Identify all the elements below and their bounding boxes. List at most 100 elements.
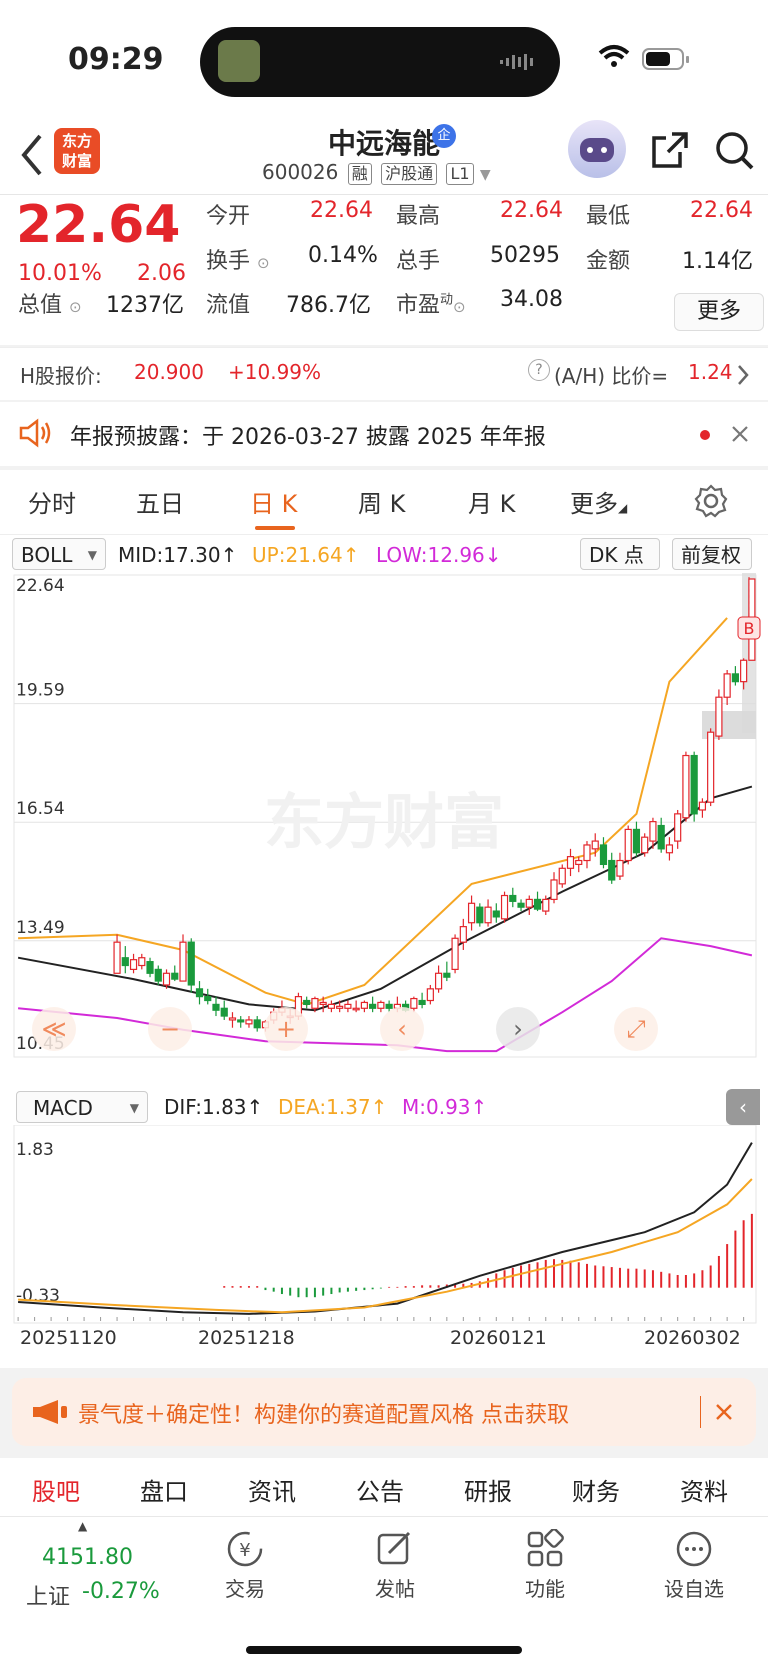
tab-intraday[interactable]: 分时 bbox=[28, 484, 76, 519]
more-fields-button[interactable]: 更多 bbox=[674, 293, 764, 331]
tab-profile[interactable]: 资料 bbox=[680, 1472, 728, 1507]
unread-dot bbox=[700, 430, 710, 440]
candle-body bbox=[616, 859, 624, 877]
index-pct: -0.27% bbox=[82, 1579, 160, 1604]
field-label-open: 今开 bbox=[206, 204, 251, 229]
candle-body bbox=[204, 996, 212, 1002]
caret-icon: ◢ bbox=[618, 501, 628, 515]
boll-up-value: UP:21.64↑ bbox=[252, 543, 360, 567]
hk-quote-row[interactable]: H股报价: 20.900 +10.99% ? (A/H) 比价= 1.24 bbox=[0, 347, 768, 400]
collapse-toggle[interactable]: ‹ bbox=[726, 1089, 760, 1125]
search-icon[interactable] bbox=[714, 130, 756, 172]
macd-chart[interactable]: 1.83-0.33 bbox=[0, 1125, 768, 1325]
notice-bar[interactable]: 年报预披露：于 2026-03-27 披露 2025 年年报 bbox=[0, 402, 768, 466]
boll-low-value: LOW:12.96↓ bbox=[376, 543, 502, 567]
last-price: 22.64 bbox=[16, 195, 181, 255]
candle-body bbox=[369, 1003, 377, 1009]
tab-forum[interactable]: 股吧 bbox=[32, 1472, 80, 1507]
minus-control[interactable]: − bbox=[148, 1007, 192, 1051]
nav-add-watchlist[interactable]: 设自选 bbox=[656, 1529, 732, 1602]
tab-announcements[interactable]: 公告 bbox=[356, 1472, 404, 1507]
y-axis-label: 13.49 bbox=[16, 918, 65, 938]
index-value[interactable]: 4151.80 bbox=[42, 1545, 133, 1570]
candle-body bbox=[311, 997, 319, 1009]
date-label-2: 20251218 bbox=[198, 1327, 295, 1349]
field-value-volume: 50295 bbox=[490, 243, 560, 268]
field-label-mktcap[interactable]: 总值 ⊙ bbox=[18, 287, 82, 319]
stock-code-row[interactable]: 600026 融 沪股通 L1 ▼ bbox=[262, 160, 491, 185]
plus-control[interactable]: + bbox=[264, 1007, 308, 1051]
candle-body bbox=[360, 1001, 368, 1009]
kline-chart[interactable]: 22.6419.5916.5413.4910.45东方财富B≪−+‹›⤢ bbox=[0, 573, 768, 1123]
tab-monthly-k[interactable]: 月 K bbox=[468, 484, 515, 519]
candle-body bbox=[500, 894, 509, 920]
notice-text: 年报预披露：于 2026-03-27 披露 2025 年年报 bbox=[70, 425, 546, 450]
close-icon[interactable] bbox=[730, 424, 750, 444]
share-icon[interactable] bbox=[650, 130, 690, 170]
field-label-pe[interactable]: 市盈动⊙ bbox=[396, 287, 466, 319]
macd-frame bbox=[13, 1125, 757, 1324]
now-playing-thumbnail bbox=[218, 40, 260, 82]
home-indicator bbox=[246, 1646, 522, 1654]
info-icon: ⊙ bbox=[257, 254, 270, 272]
field-value-mktcap: 1237亿 bbox=[106, 293, 184, 318]
zoom-out-control[interactable]: ≪ bbox=[32, 1007, 76, 1051]
candle-body bbox=[608, 859, 616, 881]
candle-body bbox=[212, 1003, 220, 1011]
nav-functions[interactable]: 功能 bbox=[510, 1528, 580, 1602]
candle-body bbox=[220, 1007, 228, 1017]
boll-indicator-select[interactable]: BOLL ▼ bbox=[12, 538, 106, 570]
candle-body bbox=[698, 801, 707, 811]
nav-trade[interactable]: ¥ 交易 bbox=[210, 1529, 280, 1602]
help-icon[interactable]: ? bbox=[528, 359, 550, 381]
field-label-float: 流值 bbox=[206, 293, 251, 318]
candle-body bbox=[550, 879, 558, 901]
candle-body bbox=[599, 844, 608, 866]
tab-research[interactable]: 研报 bbox=[464, 1472, 512, 1507]
tab-daily-k[interactable]: 日 K bbox=[250, 484, 297, 519]
candle-body bbox=[352, 1007, 360, 1011]
tab-weekly-k[interactable]: 周 K bbox=[358, 484, 405, 519]
minus-control-glyph: − bbox=[160, 1015, 180, 1043]
info-icon: ⊙ bbox=[69, 298, 82, 316]
adjust-select[interactable]: 前复权 bbox=[672, 538, 752, 570]
tab-news[interactable]: 资讯 bbox=[248, 1472, 296, 1507]
candle-body bbox=[476, 906, 484, 924]
candle-body bbox=[591, 840, 599, 850]
field-value-open: 22.64 bbox=[310, 198, 373, 223]
quote-panel: 22.64 10.01% 2.06 今开 22.64 最高 22.64 最低 2… bbox=[0, 195, 768, 345]
promo-text: 景气度＋确定性！构建你的赛道配置风格 点击获取 bbox=[78, 1403, 569, 1428]
tag-level: L1 bbox=[446, 163, 474, 185]
candle-body bbox=[682, 754, 690, 819]
hk-pct: +10.99% bbox=[228, 360, 322, 384]
caret-icon: ▼ bbox=[87, 548, 97, 562]
zoom-out-control-glyph: ≪ bbox=[41, 1015, 66, 1043]
field-label-turnover[interactable]: 换手 ⊙ bbox=[206, 243, 270, 275]
promo-banner[interactable]: 景气度＋确定性！构建你的赛道配置风格 点击获取 bbox=[12, 1378, 756, 1446]
next-control[interactable]: › bbox=[496, 1007, 540, 1051]
tag-connect: 沪股通 bbox=[381, 163, 438, 185]
candle-body bbox=[154, 968, 162, 982]
candle-body bbox=[525, 898, 533, 908]
enterprise-badge: 企 bbox=[432, 124, 456, 148]
candle-body bbox=[245, 1019, 253, 1025]
dk-point-select[interactable]: DK 点 bbox=[580, 538, 660, 570]
boll-mid-value: MID:17.30↑ bbox=[118, 543, 238, 567]
tab-more[interactable]: 更多◢ bbox=[570, 484, 627, 519]
close-icon[interactable] bbox=[714, 1402, 734, 1422]
tab-orderbook[interactable]: 盘口 bbox=[140, 1472, 188, 1507]
fullscreen-control[interactable]: ⤢ bbox=[614, 1007, 658, 1051]
expand-caret-icon[interactable]: ▲ bbox=[78, 1519, 87, 1533]
robot-avatar[interactable] bbox=[568, 120, 626, 178]
macd-indicator-select[interactable]: MACD ▼ bbox=[16, 1091, 148, 1123]
grid-icon bbox=[527, 1528, 564, 1567]
prev-control[interactable]: ‹ bbox=[380, 1007, 424, 1051]
nav-post[interactable]: 发帖 bbox=[360, 1529, 430, 1602]
tab-financials[interactable]: 财务 bbox=[572, 1472, 620, 1507]
candle-body bbox=[146, 961, 154, 974]
candle-body bbox=[533, 898, 542, 910]
macd-dea-value: DEA:1.37↑ bbox=[278, 1095, 388, 1119]
tab-five-day[interactable]: 五日 bbox=[136, 484, 184, 519]
candle-body bbox=[690, 754, 698, 815]
settings-gear-icon[interactable] bbox=[694, 484, 728, 518]
